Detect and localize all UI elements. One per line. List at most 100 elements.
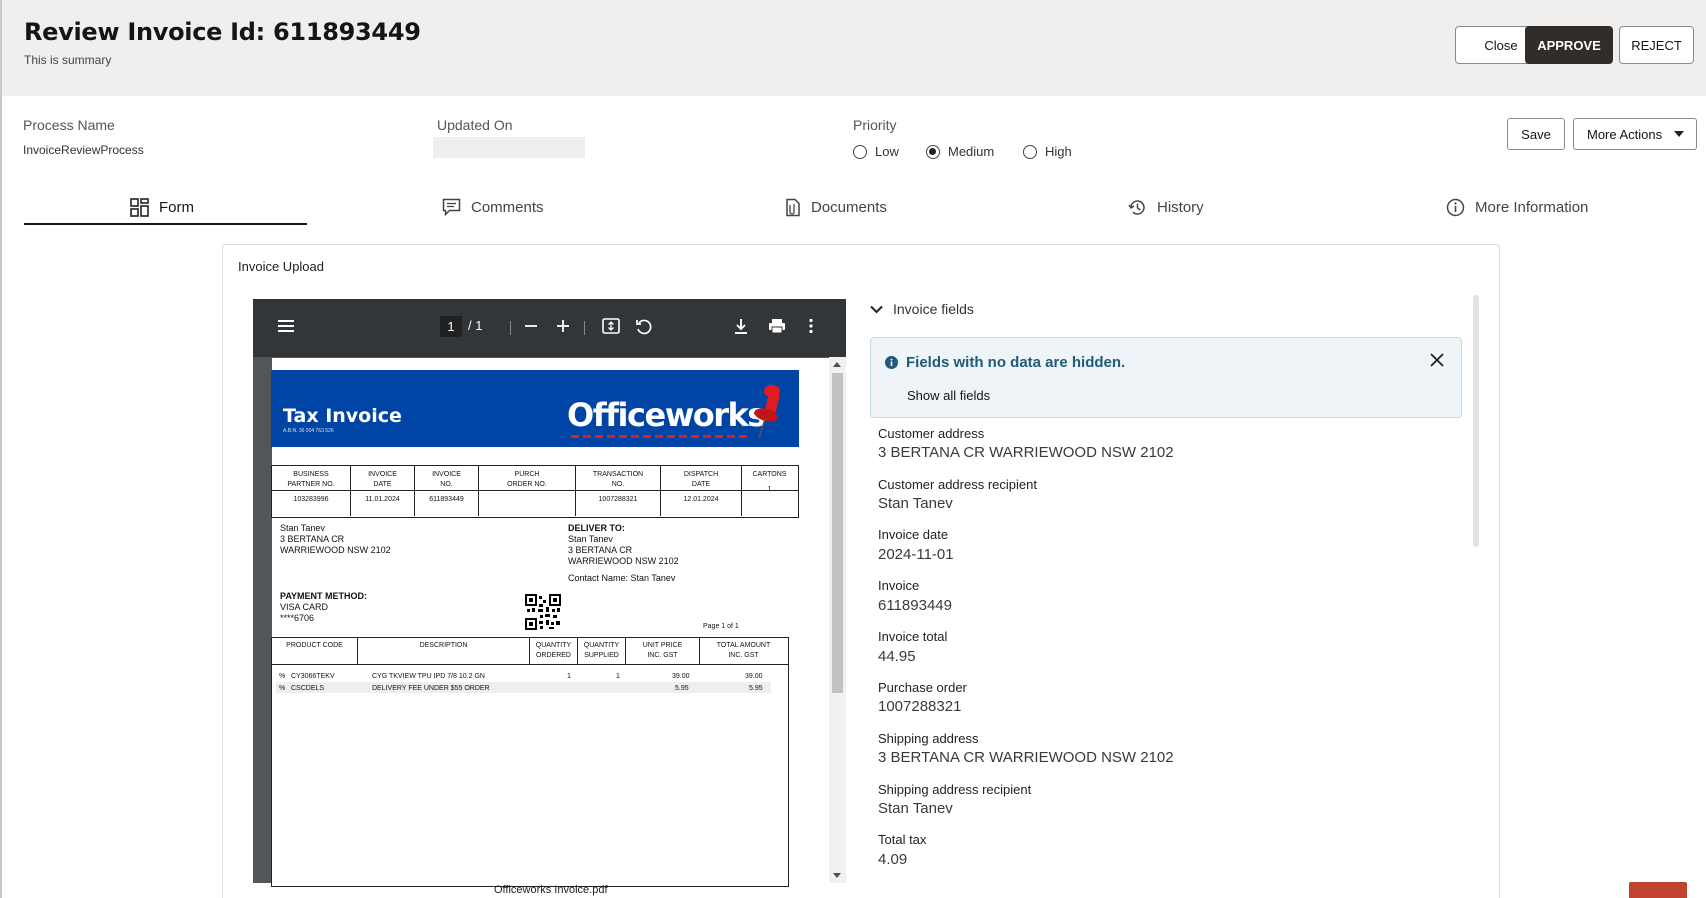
- line-total: 5.95: [749, 685, 763, 692]
- field-value: Stan Tanev: [878, 800, 953, 817]
- tab-form-label: Form: [159, 198, 194, 216]
- info-icon: [1446, 198, 1465, 216]
- zoom-in-icon[interactable]: [555, 318, 571, 334]
- card-title: Invoice Upload: [238, 259, 324, 274]
- priority-medium-radio[interactable]: Medium: [926, 144, 994, 159]
- fit-page-icon[interactable]: [602, 318, 620, 334]
- toolbar-divider: [584, 321, 585, 335]
- comments-icon: [442, 198, 461, 216]
- brand-underline: [571, 435, 749, 438]
- scroll-up-icon[interactable]: [833, 362, 841, 367]
- close-icon[interactable]: [1430, 353, 1444, 367]
- page-number-input[interactable]: 1: [440, 316, 462, 337]
- header-col-dispatch: DISPATCH DATE 12.01.2024: [661, 466, 742, 516]
- qr-code-icon: [525, 594, 561, 630]
- priority-high-radio[interactable]: High: [1023, 144, 1072, 159]
- priority-label: Priority: [853, 117, 897, 133]
- page-subtitle: This is summary: [24, 53, 112, 67]
- priority-medium-label: Medium: [948, 144, 995, 159]
- process-name-value: InvoiceReviewProcess: [23, 143, 144, 157]
- header-col-invoice-no: INVOICE NO. 611893449: [415, 466, 479, 516]
- line-items-table: PRODUCT CODE DESCRIPTION QUANTITY ORDERED…: [271, 637, 789, 887]
- pdf-toolbar: [253, 299, 846, 357]
- more-actions-label: More Actions: [1587, 126, 1663, 142]
- invoice-fields-header: Invoice fields: [893, 301, 974, 317]
- field-value: 44.95: [878, 648, 916, 665]
- tab-comments-label: Comments: [471, 198, 544, 216]
- show-all-fields-link[interactable]: Show all fields: [907, 388, 990, 403]
- page-total: / 1: [468, 318, 483, 333]
- field-label: Shipping address recipient: [878, 782, 1032, 797]
- line-col-qty-supplied: QUANTITY SUPPLIED: [578, 638, 626, 664]
- line-desc: CYG TKVIEW TPU IPD 7/8 10.2 GN: [372, 673, 485, 680]
- field-value: Stan Tanev: [878, 495, 953, 512]
- line-total: 39.00: [745, 673, 763, 680]
- table-row: %: [279, 685, 286, 692]
- header-col-partner: BUSINESS PARTNER NO. 103283996: [272, 466, 351, 516]
- zoom-out-icon[interactable]: [523, 318, 539, 334]
- invoice-heading: Tax Invoice: [283, 405, 402, 427]
- invoice-header-table: BUSINESS PARTNER NO. 103283996 INVOICE DATE…: [271, 465, 799, 518]
- row-shading: [276, 682, 771, 693]
- tab-comments[interactable]: Comments: [442, 192, 544, 222]
- left-edge-divider: [0, 0, 2, 898]
- form-grid-icon: [130, 197, 149, 217]
- pushpin-icon: [754, 385, 780, 439]
- chevron-down-icon: [870, 305, 883, 313]
- tab-documents[interactable]: Documents: [783, 192, 887, 222]
- line-supplied: 1: [616, 673, 620, 680]
- updated-on-label: Updated On: [437, 117, 513, 133]
- radio-circle-icon: [1023, 144, 1037, 159]
- field-value: 3 BERTANA CR WARRIEWOOD NSW 2102: [878, 749, 1174, 766]
- tab-history[interactable]: History: [1128, 192, 1204, 222]
- line-unit-price: 39.00: [672, 673, 690, 680]
- save-button[interactable]: Save: [1507, 118, 1565, 150]
- header-col-cartons: CARTONS 1: [752, 471, 787, 493]
- field-label: Customer address: [878, 426, 985, 441]
- field-label: Invoice total: [878, 629, 948, 644]
- updated-on-value: [433, 137, 585, 158]
- menu-icon[interactable]: [277, 318, 295, 334]
- rotate-icon[interactable]: [635, 318, 653, 336]
- header-col-invoice-date: INVOICE DATE 11.01.2024: [351, 466, 415, 516]
- field-value: 611893449: [878, 597, 952, 614]
- tab-more-information-label: More Information: [1475, 198, 1589, 216]
- field-label: Purchase order: [878, 680, 967, 695]
- more-actions-button[interactable]: More Actions: [1573, 118, 1697, 150]
- invoice-fields-toggle[interactable]: Invoice fields: [870, 301, 974, 317]
- active-tab-indicator: [24, 223, 307, 225]
- toolbar-divider: [510, 321, 511, 335]
- radio-checked-icon: [926, 144, 940, 159]
- reject-button[interactable]: REJECT: [1619, 26, 1694, 64]
- line-col-product-code: PRODUCT CODE: [272, 638, 358, 664]
- download-icon[interactable]: [733, 318, 749, 335]
- bill-to-address: Stan Tanev 3 BERTANA CR WARRIEWOOD NSW 210…: [280, 523, 391, 555]
- page-title: Review Invoice Id: 611893449: [24, 18, 421, 46]
- tab-more-information[interactable]: More Information: [1446, 192, 1588, 222]
- tab-form[interactable]: Form: [130, 192, 194, 222]
- field-value: 4.09: [878, 851, 908, 868]
- table-row: %: [279, 673, 286, 680]
- line-ordered: 1: [567, 673, 571, 680]
- print-icon[interactable]: [768, 318, 786, 334]
- page-indicator: Page 1 of 1: [703, 623, 739, 630]
- field-value: 1007288321: [878, 698, 962, 715]
- priority-low-radio[interactable]: Low: [853, 144, 899, 159]
- scroll-down-icon[interactable]: [833, 873, 841, 878]
- line-col-qty-ordered: QUANTITY ORDERED: [530, 638, 578, 664]
- brand-logo: Officeworks: [567, 396, 766, 434]
- deliver-to-address: DELIVER TO: Stan Tanev 3 BERTANA CR WARRIE…: [568, 523, 679, 583]
- field-label: Shipping address: [878, 731, 979, 746]
- field-value: 3 BERTANA CR WARRIEWOOD NSW 2102: [878, 444, 1174, 461]
- pdf-scrollbar[interactable]: [829, 357, 846, 883]
- field-label: Total tax: [878, 832, 927, 847]
- pdf-filename: Officeworks Invoice.pdf: [494, 884, 608, 896]
- fields-scrollbar[interactable]: [1473, 295, 1479, 547]
- line-unit-price: 5.95: [675, 685, 689, 692]
- caret-down-icon: [1674, 131, 1684, 137]
- scroll-thumb[interactable]: [832, 373, 843, 693]
- approve-button[interactable]: APPROVE: [1525, 26, 1613, 64]
- floating-action-button[interactable]: [1629, 882, 1687, 898]
- more-options-icon[interactable]: [808, 318, 814, 334]
- line-col-total: TOTAL AMOUNT INC. GST: [716, 642, 771, 659]
